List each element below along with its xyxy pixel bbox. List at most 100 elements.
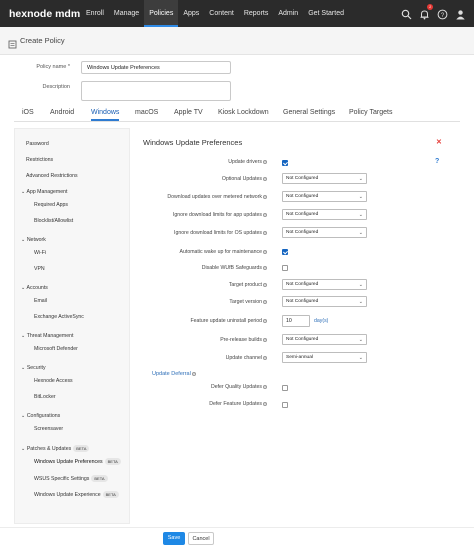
help-icon[interactable]: ? [435, 158, 439, 165]
sidebar-item-wifi[interactable]: Wi-Fi [34, 250, 46, 256]
nav-admin[interactable]: Admin [273, 0, 303, 27]
main-nav: Enroll Manage Policies Apps Content Repo… [81, 0, 349, 27]
update-drivers-checkbox[interactable] [282, 160, 288, 166]
info-icon: ? [263, 230, 267, 235]
notification-badge: 1 [427, 4, 433, 10]
nav-get-started[interactable]: Get Started [303, 0, 349, 27]
tab-general-settings[interactable]: General Settings [283, 109, 335, 116]
row-label-defer-feature: Defer Feature Updates? [209, 401, 267, 407]
sidebar-item-bitlocker[interactable]: BitLocker [34, 394, 56, 400]
info-icon: ? [191, 371, 196, 376]
app-download-limits-select[interactable]: Not Configured ⌄ [282, 209, 367, 220]
tab-policy-targets[interactable]: Policy Targets [349, 109, 392, 116]
sidebar-item-screensaver[interactable]: Screensaver [34, 426, 63, 432]
os-download-limits-select[interactable]: Not Configured ⌄ [282, 227, 367, 238]
row-label-pre-release-builds: Pre-release builds? [220, 337, 267, 343]
sidebar-group-patches-updates[interactable]: ⌄ Patches & Updates BETA [21, 445, 90, 452]
chevron-down-icon: ⌄ [21, 189, 26, 195]
sidebar-group-label: Patches & Updates [26, 445, 72, 452]
sidebar-item-windows-update-preferences[interactable]: Windows Update Preferences BETA [34, 458, 121, 465]
search-icon[interactable] [401, 7, 412, 20]
beta-badge: BETA [91, 475, 108, 482]
row-label-optional-updates: Optional Updates? [221, 176, 267, 182]
beta-badge: BETA [73, 445, 90, 452]
user-icon[interactable] [455, 7, 466, 20]
chevron-down-icon: ⌄ [358, 355, 363, 361]
defer-feature-checkbox[interactable] [282, 402, 288, 408]
optional-updates-select[interactable]: Not Configured ⌄ [282, 173, 367, 184]
platform-tabs: iOS Android Windows macOS Apple TV Kiosk… [14, 104, 460, 122]
chevron-down-icon: ⌄ [358, 282, 363, 288]
tab-windows[interactable]: Windows [91, 109, 120, 121]
info-icon: ? [263, 194, 267, 199]
row-label-automatic-wake: Automatic wake up for maintenance? [179, 249, 267, 255]
beta-badge: BETA [104, 458, 121, 465]
nav-enroll[interactable]: Enroll [81, 0, 109, 27]
description-field[interactable] [81, 81, 231, 101]
sidebar-item-wsus-specific-settings[interactable]: WSUS Specific Settings BETA [34, 475, 108, 482]
defer-quality-checkbox[interactable] [282, 385, 288, 391]
chevron-down-icon: ⌄ [21, 333, 26, 339]
save-button[interactable]: Save [163, 532, 185, 545]
cancel-button[interactable]: Cancel [188, 532, 214, 545]
chevron-down-icon: ⌄ [358, 337, 363, 343]
sidebar-group-accounts[interactable]: ⌄ Accounts [21, 285, 48, 291]
sidebar-item-blocklist[interactable]: Blocklist/Allowlist [34, 218, 73, 224]
target-product-select[interactable]: Not Configured ⌄ [282, 279, 367, 290]
info-icon: ? [263, 318, 267, 323]
policy-name-field[interactable]: Windows Update Preferences [81, 61, 231, 74]
tab-apple-tv[interactable]: Apple TV [174, 109, 203, 116]
sidebar-item-required-apps[interactable]: Required Apps [34, 202, 68, 208]
nav-manage[interactable]: Manage [109, 0, 144, 27]
uninstall-period-input[interactable]: 10 [282, 315, 310, 327]
nav-policies[interactable]: Policies [144, 0, 179, 27]
update-channel-select[interactable]: Semi-annual ⌄ [282, 352, 367, 363]
sidebar-group-configurations[interactable]: ⌄ Configurations [21, 413, 60, 419]
chevron-down-icon: ⌄ [21, 365, 26, 371]
nav-content[interactable]: Content [204, 0, 239, 27]
beta-badge: BETA [102, 491, 119, 498]
nav-apps[interactable]: Apps [178, 0, 204, 27]
sidebar-group-label: Security [26, 365, 46, 371]
sidebar-item-hexnode-access[interactable]: Hexnode Access [34, 378, 73, 384]
policy-icon [8, 36, 17, 49]
info-icon: ? [263, 299, 267, 304]
tab-ios[interactable]: iOS [22, 109, 34, 116]
help-icon[interactable]: ? [437, 7, 448, 20]
close-icon[interactable]: ✕ [436, 138, 442, 146]
info-icon: ? [263, 159, 267, 164]
tab-macos[interactable]: macOS [135, 109, 158, 116]
metered-network-select[interactable]: Not Configured ⌄ [282, 191, 367, 202]
row-label-metered-network: Download updates over metered network? [167, 194, 267, 200]
description-label: Description [42, 84, 70, 90]
sidebar-item-advanced-restrictions[interactable]: Advanced Restrictions [26, 173, 78, 179]
logo[interactable]: hexnode mdm [9, 8, 81, 20]
sidebar-group-security[interactable]: ⌄ Security [21, 365, 46, 371]
nav-reports[interactable]: Reports [239, 0, 274, 27]
target-version-select[interactable]: Not Configured ⌄ [282, 296, 367, 307]
sidebar-group-network[interactable]: ⌄ Network [21, 237, 46, 243]
sidebar-item-microsoft-defender[interactable]: Microsoft Defender [34, 346, 78, 352]
row-label-update-channel: Update channel? [225, 355, 267, 361]
sidebar-item-email[interactable]: Email [34, 298, 47, 304]
info-icon: ? [263, 401, 267, 406]
chevron-down-icon: ⌄ [358, 230, 363, 236]
sidebar-item-restrictions[interactable]: Restrictions [26, 157, 53, 163]
footer-divider [0, 527, 474, 528]
sidebar-item-windows-update-experience[interactable]: Windows Update Experience BETA [34, 491, 119, 498]
sidebar-group-threat-management[interactable]: ⌄ Threat Management [21, 333, 73, 339]
tab-kiosk-lockdown[interactable]: Kiosk Lockdown [218, 109, 269, 116]
pre-release-builds-select[interactable]: Not Configured ⌄ [282, 334, 367, 345]
automatic-wake-checkbox[interactable] [282, 249, 288, 255]
sidebar-item-password[interactable]: Password [26, 141, 49, 147]
row-label-os-download-limits: Ignore download limits for OS updates? [174, 230, 267, 236]
sidebar-item-vpn[interactable]: VPN [34, 266, 45, 272]
sidebar-item-exchange-activesync[interactable]: Exchange ActiveSync [34, 314, 84, 320]
sidebar-group-app-management[interactable]: ⌄ App Management [21, 189, 67, 195]
chevron-down-icon: ⌄ [21, 413, 26, 419]
bell-icon[interactable]: 1 [419, 4, 433, 20]
disable-wufb-checkbox[interactable] [282, 265, 288, 271]
tab-android[interactable]: Android [50, 109, 74, 116]
sidebar-group-label: Accounts [26, 285, 48, 291]
chevron-down-icon: ⌄ [358, 176, 363, 182]
